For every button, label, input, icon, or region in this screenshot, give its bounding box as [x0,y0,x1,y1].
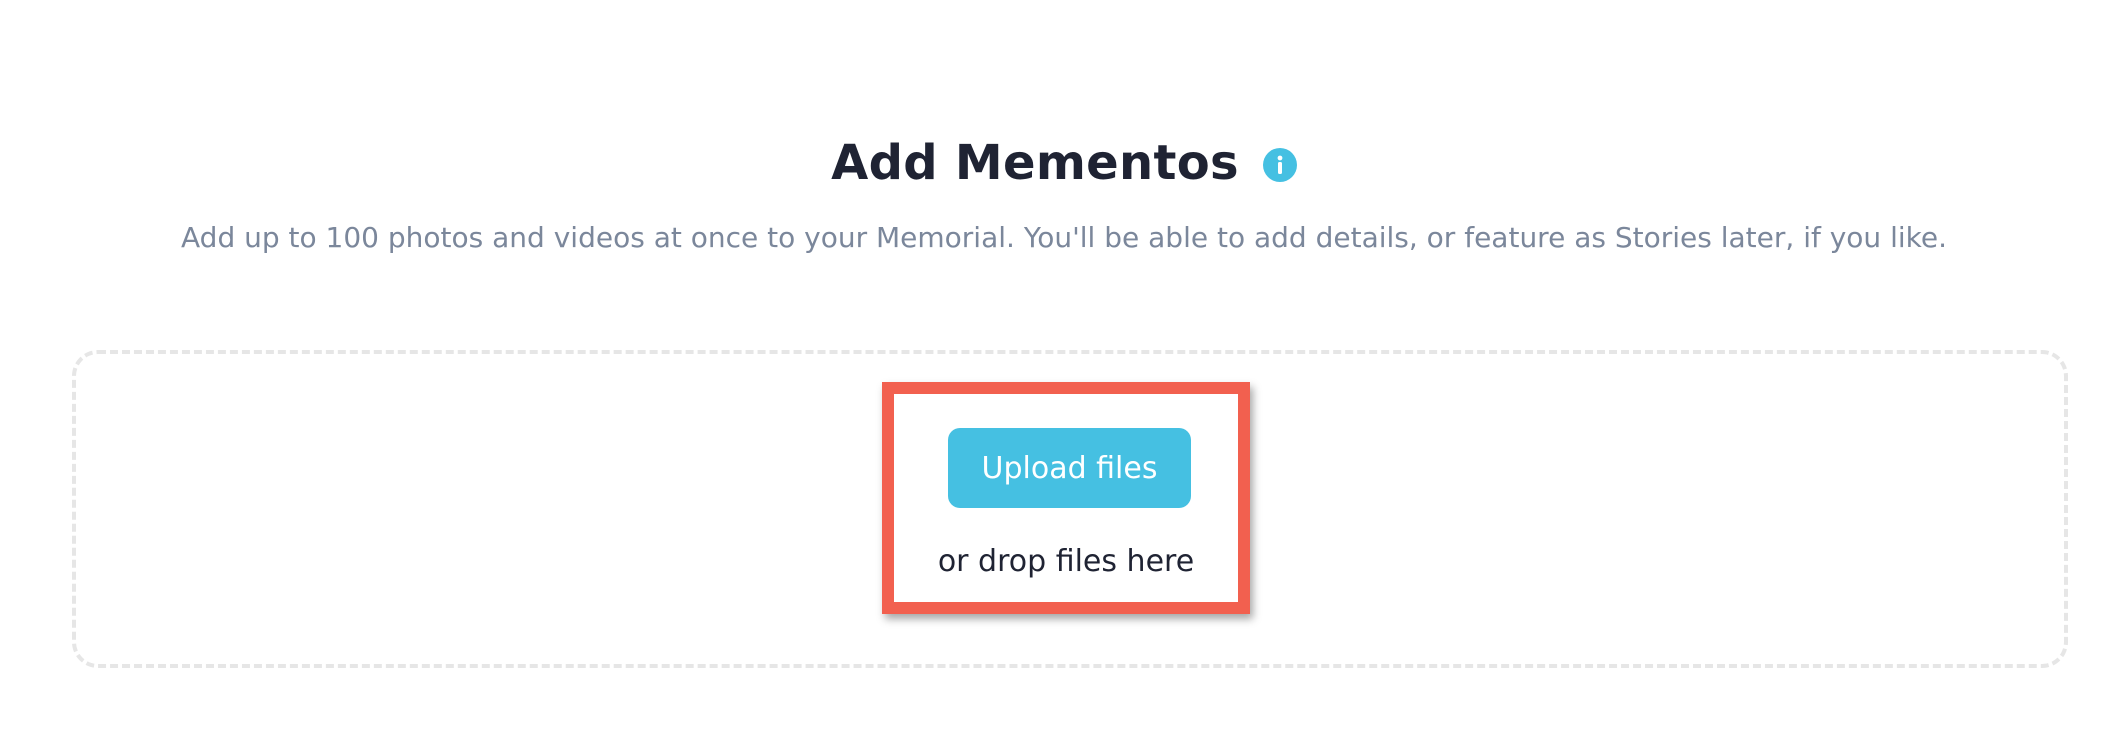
page: Add Mementos Add up to 100 photos and vi… [0,0,2128,734]
info-icon[interactable] [1262,148,1297,182]
page-subtitle: Add up to 100 photos and videos at once … [181,221,1947,254]
title-row: Add Mementos [0,128,2128,198]
drop-files-hint: or drop files here [937,544,1195,579]
upload-files-button[interactable]: Upload files [948,428,1191,508]
page-title: Add Mementos [831,135,1239,191]
